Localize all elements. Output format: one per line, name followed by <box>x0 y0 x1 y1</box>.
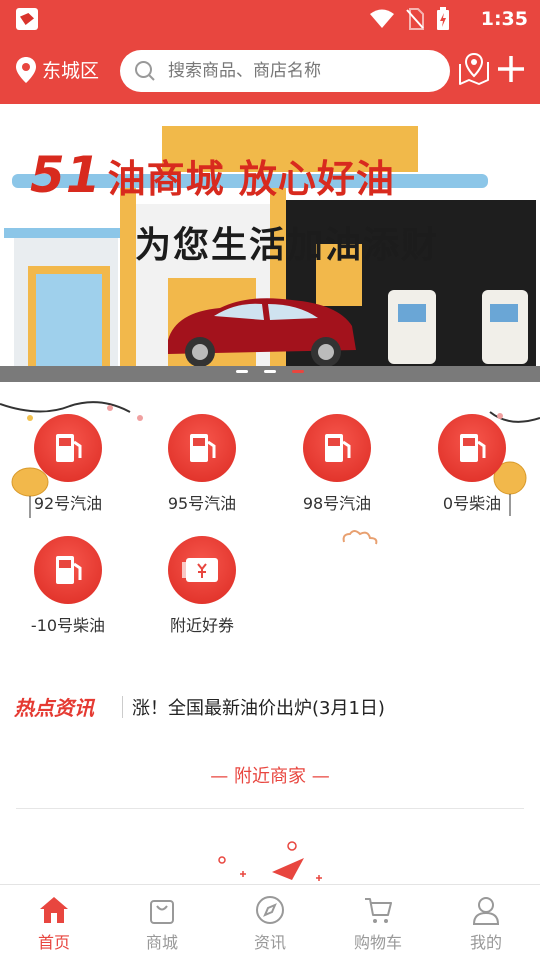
category-label: 95号汽油 <box>167 494 237 513</box>
cart-icon <box>365 898 392 923</box>
hot-news-headline[interactable]: 涨！全国最新油价出炉(3月1日) <box>132 694 385 720</box>
category-nearby-coupons[interactable]: 附近好券 <box>142 536 262 636</box>
fuel-pump-icon <box>56 434 82 462</box>
search-input[interactable] <box>168 61 428 81</box>
category-95-gasoline[interactable]: 95号汽油 <box>142 414 262 514</box>
home-screen: 1:35 东城区 搜索商品、商店名称 51 油商城 放心好油 为您生活加油添财 … <box>0 0 540 960</box>
banner-headline: 51 油商城 放心好油 <box>30 146 395 204</box>
map-button[interactable] <box>458 52 490 90</box>
banner-dot-active[interactable] <box>292 370 304 373</box>
tab-label: 资讯 <box>253 933 286 952</box>
category-label: 0号柴油 <box>442 494 502 513</box>
fuel-pump-icon <box>190 434 216 462</box>
fuel-pump-icon <box>325 434 351 462</box>
fuel-pump-icon <box>56 556 82 584</box>
nearby-merchants-title: — 附近商家 — <box>210 766 330 787</box>
category-label: 92号汽油 <box>33 494 103 513</box>
tab-label: 首页 <box>37 933 70 952</box>
location-selector[interactable]: 东城区 <box>16 56 99 83</box>
category-label: 附近好券 <box>169 616 234 635</box>
empty-state-illustration <box>218 841 322 881</box>
banner-number: 51 <box>30 146 102 204</box>
tab-mall[interactable]: 商城 <box>108 885 216 960</box>
app-notification-icon <box>16 8 38 30</box>
tab-home[interactable]: 首页 <box>0 885 108 960</box>
category-minus10-diesel[interactable]: -10号柴油 <box>8 536 128 636</box>
add-button[interactable] <box>496 54 526 88</box>
tab-label: 商城 <box>145 933 178 952</box>
location-pin-icon <box>16 56 36 83</box>
tab-cart[interactable]: 购物车 <box>324 885 432 960</box>
location-label: 东城区 <box>42 60 100 82</box>
category-0-diesel[interactable]: 0号柴油 <box>412 414 532 514</box>
wifi-icon <box>370 9 394 28</box>
banner-headline-text: 油商城 放心好油 <box>107 157 395 201</box>
category-98-gasoline[interactable]: 98号汽油 <box>277 414 397 514</box>
banner-subline: 为您生活加油添财 <box>135 225 440 266</box>
status-bar: 1:35 <box>0 0 540 38</box>
bottom-tab-bar: 首页 商城 资讯 购物车 我的 <box>0 884 540 960</box>
fuel-pump-icon <box>460 434 486 462</box>
tab-profile[interactable]: 我的 <box>432 885 540 960</box>
banner-pagination <box>236 370 304 373</box>
banner-dot[interactable] <box>236 370 248 373</box>
status-time: 1:35 <box>480 8 528 30</box>
plus-icon <box>498 56 524 82</box>
tab-label: 购物车 <box>353 933 402 952</box>
top-header: 东城区 <box>0 38 540 104</box>
coupon-icon <box>182 558 218 582</box>
no-sim-icon <box>406 8 424 30</box>
map-location-icon <box>459 52 489 85</box>
user-icon <box>472 897 500 925</box>
hot-news-title: 热点资讯 <box>14 696 94 720</box>
hot-news-bar[interactable]: 热点资讯 涨！全国最新油价出炉(3月1日) <box>0 686 540 730</box>
category-label: 98号汽油 <box>302 494 372 513</box>
shopping-bag-icon <box>150 900 174 924</box>
category-92-gasoline[interactable]: 92号汽油 <box>8 414 128 514</box>
category-grid: 92号汽油 95号汽油 98号汽油 0号柴油 -10号柴油 附近好券 <box>0 398 540 670</box>
tab-label: 我的 <box>469 933 502 952</box>
cloud-ornament-decoration <box>342 530 378 545</box>
category-label: -10号柴油 <box>30 616 106 635</box>
home-icon <box>40 897 68 923</box>
compass-icon <box>256 896 284 924</box>
promo-banner[interactable]: 51 油商城 放心好油 为您生活加油添财 <box>0 104 540 382</box>
search-bar[interactable] <box>120 50 450 92</box>
search-icon <box>135 61 155 81</box>
banner-dot[interactable] <box>264 370 276 373</box>
battery-charging-icon <box>437 7 449 30</box>
tab-news[interactable]: 资讯 <box>216 885 324 960</box>
section-divider <box>16 808 524 809</box>
